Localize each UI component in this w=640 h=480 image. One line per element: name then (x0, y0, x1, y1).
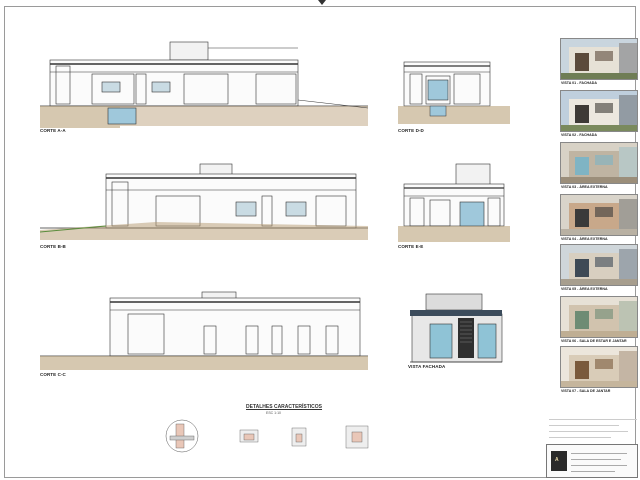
render-image (561, 143, 637, 183)
render-view-label: VISTA 02 - FACHADA (561, 133, 597, 137)
render-view-6 (560, 296, 638, 338)
render-image (561, 245, 637, 285)
render-view-7 (560, 346, 638, 388)
render-view-2 (560, 90, 638, 132)
details-drawings (165, 419, 369, 453)
render-view-label: VISTA 03 - ÁREA EXTERNA (561, 185, 608, 189)
section-label-aa: CORTE A-A (40, 128, 66, 133)
section-label-ee: CORTE E-E (398, 244, 424, 249)
render-image (561, 347, 637, 387)
section-bb-drawing (39, 163, 368, 240)
notes-block (549, 416, 637, 438)
section-aa-drawing (40, 41, 369, 128)
render-view-label: VISTA 01 - FACHADA (561, 81, 597, 85)
top-marker-icon (318, 0, 326, 5)
render-image (561, 297, 637, 337)
render-view-label: VISTA 04 - ÁREA EXTERNA (561, 237, 608, 241)
details-title: DETALHES CARACTERÍSTICOS (246, 404, 323, 410)
render-view-3 (560, 142, 638, 184)
render-view-1 (560, 38, 638, 80)
render-view-label: VISTA 05 - ÁREA EXTERNA (561, 287, 608, 291)
render-view-4 (560, 194, 638, 236)
render-view-5 (560, 244, 638, 286)
render-image (561, 91, 637, 131)
render-image (561, 39, 637, 79)
section-label-fachada: VISTA FACHADA (408, 364, 446, 369)
office-logo: A (551, 451, 567, 471)
render-view-label: VISTA 06 - SALA DE ESTAR E JANTAR (561, 339, 627, 343)
facade-drawing (410, 293, 503, 363)
title-block: A (546, 444, 638, 478)
section-cc-drawing (40, 291, 368, 370)
render-image (561, 195, 637, 235)
section-dd-drawing (398, 61, 510, 124)
render-view-label: VISTA 07 - SALA DE JANTAR (561, 389, 611, 393)
section-label-cc: CORTE C-C (40, 372, 66, 377)
section-ee-drawing (398, 163, 510, 242)
section-label-dd: CORTE D-D (398, 128, 424, 133)
section-label-bb: CORTE B-B (40, 244, 66, 249)
